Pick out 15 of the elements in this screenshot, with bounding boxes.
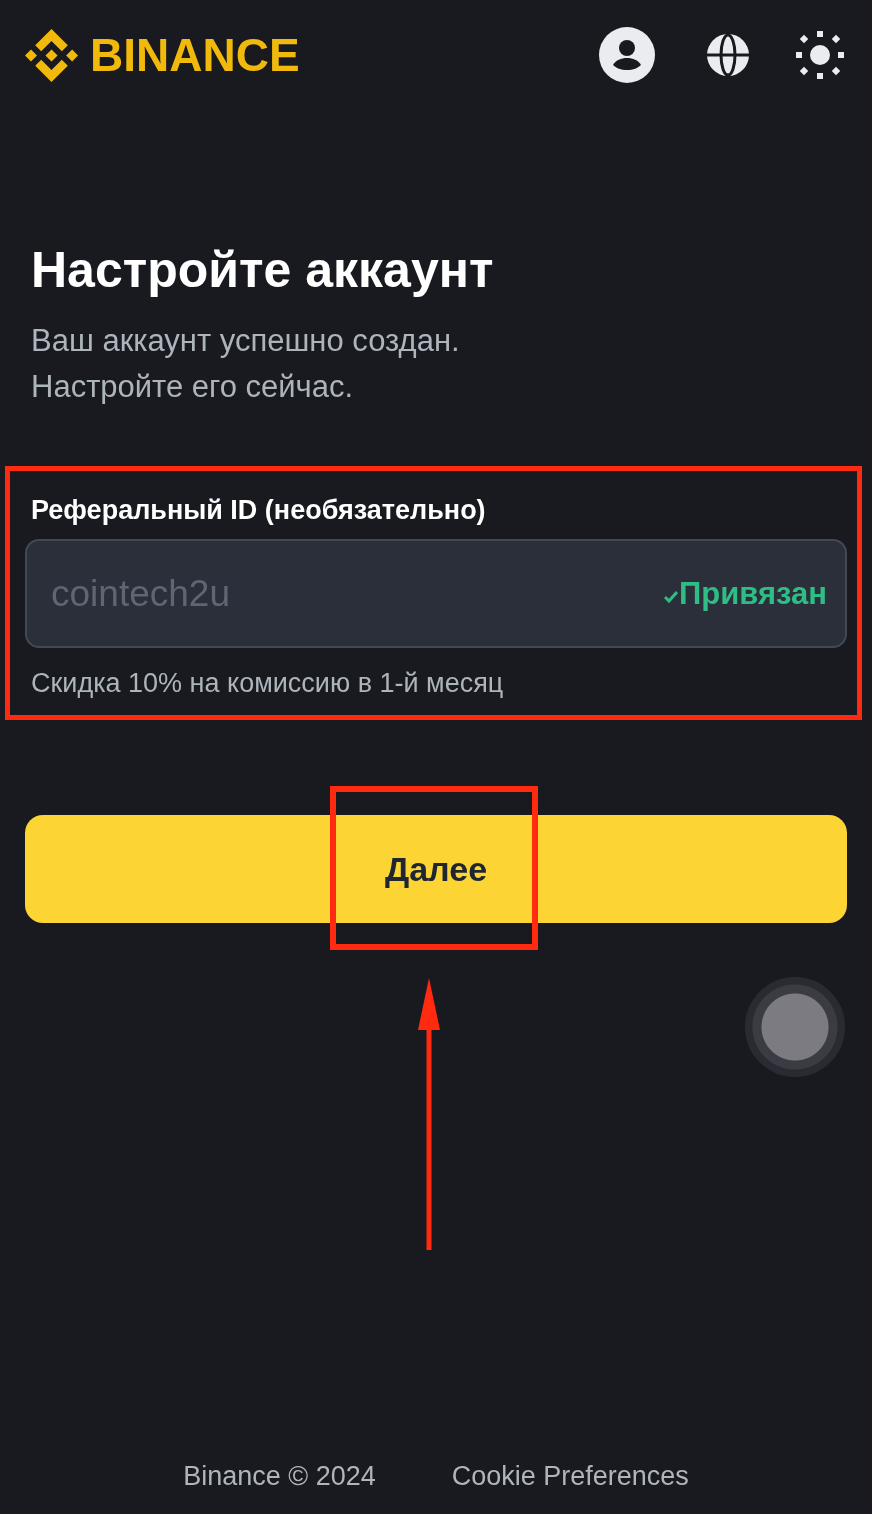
linked-status: Привязан bbox=[679, 575, 827, 612]
profile-icon[interactable] bbox=[599, 27, 655, 83]
page-title: Настройте аккаунт bbox=[31, 243, 494, 297]
next-button[interactable]: Далее bbox=[25, 815, 847, 923]
check-icon bbox=[664, 590, 678, 603]
footer-link[interactable]: Binance © 2024 bbox=[183, 1459, 376, 1493]
hint-text: Скидка 10% на комиссию в 1-й месяц bbox=[31, 668, 504, 698]
sun-icon[interactable] bbox=[796, 31, 844, 79]
page-subtitle: Ваш аккаунт успешно создан. Настройте его сейчас. bbox=[31, 322, 460, 406]
logo-icon bbox=[25, 28, 78, 82]
logo-text: BINANCE bbox=[90, 32, 300, 78]
field-label: Реферальный ID (необязательно) bbox=[31, 495, 486, 525]
field-value: cointech2u bbox=[51, 572, 230, 615]
globe-icon[interactable] bbox=[706, 33, 750, 77]
footer-link[interactable]: Cookie Preferences bbox=[451, 1459, 689, 1493]
